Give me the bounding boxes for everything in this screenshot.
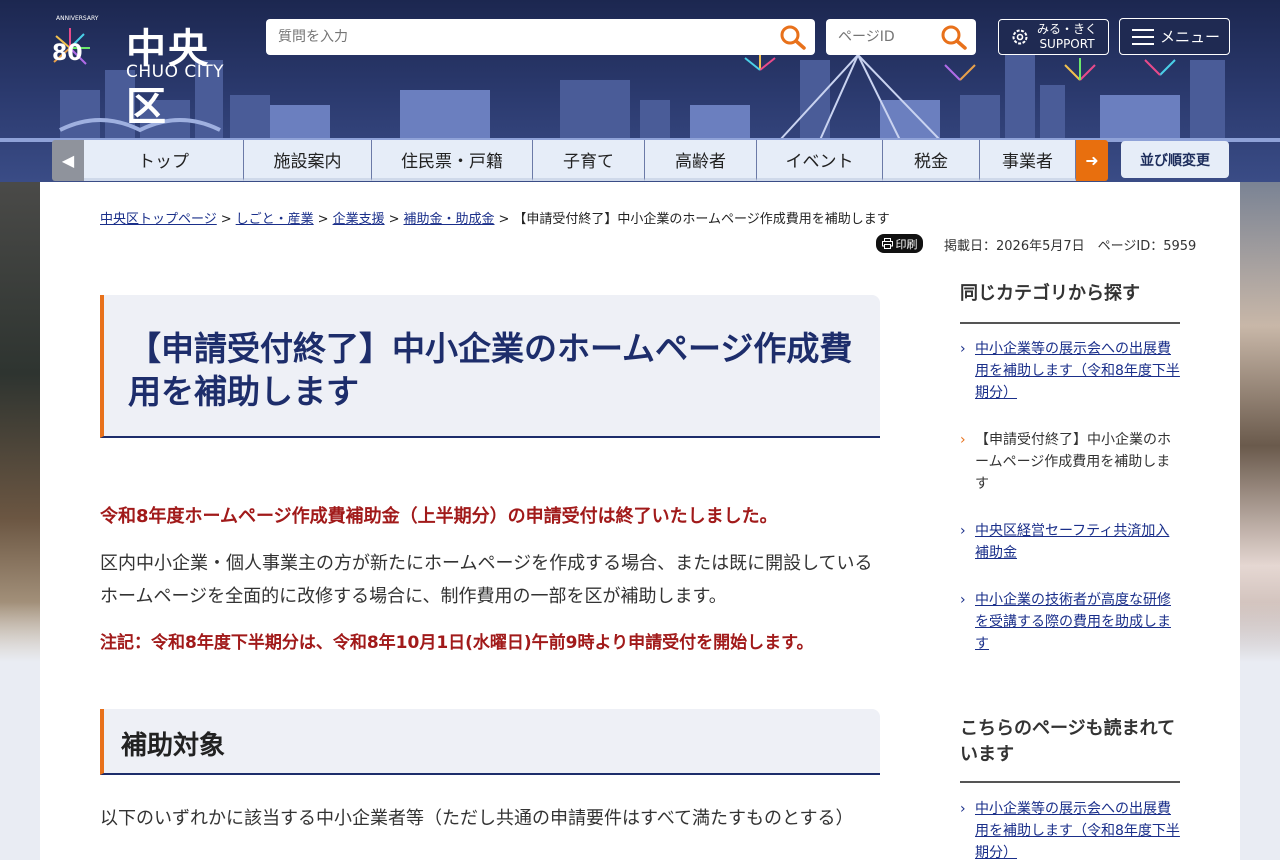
sidebar-divider — [960, 781, 1180, 783]
page-id-input[interactable] — [826, 29, 926, 45]
sidebar-category-link[interactable]: › 中央区経営セーフティ共済加入補助金 — [960, 520, 1180, 564]
nav-item-facilities[interactable]: 施設案内 — [244, 140, 372, 181]
background-photo-left — [0, 182, 40, 662]
breadcrumb-link-work-industry[interactable]: しごと・産業 — [236, 212, 314, 227]
sort-order-button[interactable]: 並び順変更 — [1121, 141, 1229, 178]
nav-item-childcare[interactable]: 子育て — [533, 140, 645, 181]
global-navigation: ◀ トップ 施設案内 住民票・戸籍 子育て 高齢者 イベント 税金 事業者 ➜ — [52, 140, 1108, 181]
background-photo-right — [1240, 182, 1280, 662]
nav-item-business[interactable]: 事業者 — [980, 140, 1076, 181]
arrow-right-icon: ➜ — [1085, 151, 1099, 170]
printer-icon — [881, 238, 893, 249]
eligibility-text: 以下のいずれかに該当する中小企業者等（ただし共通の申請要件はすべて満たすものとす… — [100, 808, 854, 829]
chevron-right-icon: › — [960, 341, 966, 357]
breadcrumb-link-subsidies[interactable]: 補助金・助成金 — [404, 212, 495, 227]
support-label: みる・きく SUPPORT — [1037, 22, 1098, 51]
question-search-box — [266, 19, 815, 55]
print-label: 印刷 — [895, 237, 918, 251]
nav-item-events[interactable]: イベント — [757, 140, 883, 181]
gear-icon — [1012, 29, 1028, 45]
nav-item-tax[interactable]: 税金 — [883, 140, 980, 181]
accessibility-support-button[interactable]: みる・きく SUPPORT — [998, 19, 1109, 55]
sidebar-popular-link[interactable]: › 中小企業等の展示会への出展費用を補助します（令和8年度下半期分） — [960, 798, 1180, 860]
next-period-note: 注記：令和8年度下半期分は、令和8年10月1日(水曜日)午前9時より申請受付を開… — [100, 633, 814, 653]
hamburger-icon — [1132, 28, 1154, 45]
page-title-box: 【申請受付終了】中小企業のホームページ作成費用を補助します — [100, 295, 880, 438]
nav-scroll-left-button[interactable]: ◀ — [52, 140, 84, 181]
site-header: 80 ANNIVERSARY 中央区 CHUO CITY みる・きく SUPPO… — [0, 0, 1280, 182]
chevron-right-icon: › — [960, 801, 966, 817]
sidebar-category-link[interactable]: › 中小企業等の展示会への出展費用を補助します（令和8年度下半期分） — [960, 338, 1180, 404]
publish-meta: 掲載日：2026年5月7日 ページID：5959 — [944, 239, 1197, 254]
chevron-right-icon: › — [960, 432, 966, 448]
menu-button[interactable]: メニュー — [1119, 18, 1230, 55]
anniversary-80-emblem: 80 ANNIVERSARY — [52, 15, 99, 66]
breadcrumb-link-top[interactable]: 中央区トップページ — [100, 212, 217, 227]
sidebar-category-current: › 【申請受付終了】中小企業のホームページ作成費用を補助します — [960, 429, 1180, 495]
section-heading-eligibility: 補助対象 — [121, 731, 226, 761]
nav-item-top[interactable]: トップ — [84, 140, 244, 181]
logo-subtitle: CHUO CITY — [126, 62, 225, 82]
arrow-left-icon: ◀ — [61, 151, 75, 170]
sidebar-category-title: 同じカテゴリから探す — [960, 283, 1140, 304]
page-id-search-box — [826, 19, 976, 55]
svg-text:ANNIVERSARY: ANNIVERSARY — [56, 15, 99, 22]
page-title: 【申請受付終了】中小企業のホームページ作成費用を補助します — [128, 329, 853, 411]
breadcrumb: 中央区トップページ > しごと・産業 > 企業支援 > 補助金・助成金 > 【申請受付終了】中小… — [100, 212, 890, 227]
breadcrumb-link-business-support[interactable]: 企業支援 — [333, 212, 385, 227]
search-icon[interactable] — [779, 24, 807, 50]
section-heading-box: 補助対象 — [100, 709, 880, 775]
sidebar-popular-title: こちらのページも読まれています — [960, 718, 1176, 765]
chevron-right-icon: › — [960, 523, 966, 539]
nav-item-resident-records[interactable]: 住民票・戸籍 — [372, 140, 533, 181]
chuo-city-logo[interactable]: 80 ANNIVERSARY 中央区 CHUO CITY — [50, 10, 240, 130]
menu-label: メニュー — [1160, 28, 1221, 46]
nav-item-elderly[interactable]: 高齢者 — [645, 140, 757, 181]
svg-text:80: 80 — [52, 41, 83, 66]
breadcrumb-current: 【申請受付終了】中小企業のホームページ作成費用を補助します — [513, 212, 890, 227]
page-id-search-icon[interactable] — [940, 24, 968, 50]
sidebar-divider — [960, 322, 1180, 324]
print-button[interactable]: 印刷 — [876, 234, 923, 253]
nav-scroll-right-button[interactable]: ➜ — [1076, 140, 1108, 181]
chevron-right-icon: › — [960, 592, 966, 608]
question-search-input[interactable] — [266, 29, 766, 45]
closed-notice: 令和8年度ホームページ作成費補助金（上半期分）の申請受付は終了いたしました。 — [100, 506, 778, 527]
sidebar-category-link[interactable]: › 中小企業の技術者が高度な研修を受講する際の費用を助成します — [960, 589, 1180, 655]
article-description: 区内中小企業・個人事業主の方が新たにホームページを作成する場合、または既に開設し… — [100, 553, 873, 607]
